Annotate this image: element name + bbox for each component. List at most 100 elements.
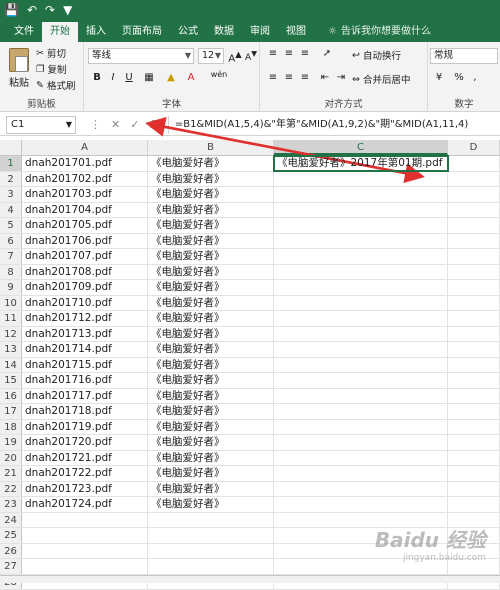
row-header[interactable]: 6 [0, 234, 22, 249]
cell-a[interactable]: dnah201709.pdf [22, 280, 148, 295]
row-header[interactable]: 11 [0, 311, 22, 326]
cell-c[interactable] [274, 296, 448, 311]
cell-b[interactable]: 《电脑爱好者》 [148, 203, 274, 218]
formula-input[interactable]: =B1&MID(A1,5,4)&"年第"&MID(A1,9,2)&"期"&MID… [168, 116, 500, 134]
decrease-indent-icon[interactable]: ⇤ [318, 72, 332, 83]
cell-c[interactable] [274, 265, 448, 280]
customize-icon[interactable]: ▼ [63, 3, 72, 17]
row-header[interactable]: 15 [0, 373, 22, 388]
cell-b[interactable] [148, 544, 274, 559]
cell-b[interactable] [148, 559, 274, 574]
cell-c[interactable] [274, 234, 448, 249]
cell-a[interactable]: dnah201710.pdf [22, 296, 148, 311]
font-size-select[interactable]: 12▼ [198, 48, 224, 64]
tab-file[interactable]: 文件 [6, 22, 42, 42]
cell-b[interactable]: 《电脑爱好者》 [148, 358, 274, 373]
cell-a[interactable]: dnah201724.pdf [22, 497, 148, 512]
tab-page-layout[interactable]: 页面布局 [114, 22, 170, 42]
cell-b[interactable]: 《电脑爱好者》 [148, 249, 274, 264]
column-header-c[interactable]: C [274, 140, 448, 155]
cell-b[interactable]: 《电脑爱好者》 [148, 342, 274, 357]
cell-a[interactable] [22, 528, 148, 543]
shrink-font-button[interactable]: A▼ [244, 49, 258, 63]
cell-b[interactable]: 《电脑爱好者》 [148, 373, 274, 388]
cell-d[interactable] [448, 389, 500, 404]
cell-c[interactable] [274, 358, 448, 373]
cell-c[interactable] [274, 482, 448, 497]
cell-d[interactable] [448, 311, 500, 326]
cell-c[interactable] [274, 203, 448, 218]
merge-center-button[interactable]: ⇔ 合并后居中 [352, 72, 410, 86]
align-right-icon[interactable]: ≡ [298, 72, 312, 83]
row-header[interactable]: 17 [0, 404, 22, 419]
cell-b[interactable]: 《电脑爱好者》 [148, 172, 274, 187]
bold-button[interactable]: B [90, 72, 104, 83]
cell-c[interactable] [274, 497, 448, 512]
cell-c[interactable] [274, 451, 448, 466]
cell-a[interactable]: dnah201723.pdf [22, 482, 148, 497]
cancel-icon[interactable]: ✕ [111, 118, 120, 131]
row-header[interactable]: 5 [0, 218, 22, 233]
fill-color-icon[interactable]: ▲ [164, 72, 178, 83]
cell-c[interactable] [274, 311, 448, 326]
cell-b[interactable]: 《电脑爱好者》 [148, 280, 274, 295]
cell-d[interactable] [448, 187, 500, 202]
cell-c[interactable] [274, 172, 448, 187]
cell-c[interactable] [274, 466, 448, 481]
cell-d[interactable] [448, 234, 500, 249]
copy-button[interactable]: ❐ 复制 [36, 62, 67, 76]
borders-icon[interactable]: ▦ [142, 72, 156, 83]
cell-a[interactable]: dnah201721.pdf [22, 451, 148, 466]
column-header-b[interactable]: B [148, 140, 274, 155]
cell-d[interactable] [448, 156, 500, 171]
row-header[interactable]: 8 [0, 265, 22, 280]
cell-a[interactable] [22, 544, 148, 559]
cell-c[interactable] [274, 218, 448, 233]
align-left-icon[interactable]: ≡ [266, 72, 280, 83]
align-top-icon[interactable]: ≡ [266, 48, 280, 59]
cell-a[interactable] [22, 559, 148, 574]
cell-b[interactable]: 《电脑爱好者》 [148, 389, 274, 404]
phonetic-button[interactable]: wén [208, 70, 230, 79]
cell-d[interactable] [448, 265, 500, 280]
cell-d[interactable] [448, 203, 500, 218]
row-header[interactable]: 20 [0, 451, 22, 466]
font-color-button[interactable]: A [184, 72, 198, 83]
tab-data[interactable]: 数据 [206, 22, 242, 42]
cell-a[interactable]: dnah201705.pdf [22, 218, 148, 233]
cell-b[interactable] [148, 513, 274, 528]
name-box[interactable]: C1 ▼ [6, 116, 76, 134]
cell-c[interactable] [274, 327, 448, 342]
row-header[interactable]: 22 [0, 482, 22, 497]
cell-b[interactable]: 《电脑爱好者》 [148, 234, 274, 249]
cell-a[interactable]: dnah201701.pdf [22, 156, 148, 171]
row-header[interactable]: 23 [0, 497, 22, 512]
underline-button[interactable]: U [122, 72, 136, 83]
cell-d[interactable] [448, 373, 500, 388]
cell-c[interactable] [274, 373, 448, 388]
tab-insert[interactable]: 插入 [78, 22, 114, 42]
cell-b[interactable]: 《电脑爱好者》 [148, 327, 274, 342]
tell-me-box[interactable]: ☼ 告诉我你想要做什么 [328, 22, 431, 42]
cell-a[interactable]: dnah201715.pdf [22, 358, 148, 373]
cell-b[interactable]: 《电脑爱好者》 [148, 420, 274, 435]
undo-icon[interactable]: ↶ [27, 3, 37, 17]
row-header[interactable]: 16 [0, 389, 22, 404]
enter-icon[interactable]: ✓ [130, 118, 139, 131]
row-header[interactable]: 3 [0, 187, 22, 202]
cell-c[interactable] [274, 280, 448, 295]
cell-a[interactable]: dnah201722.pdf [22, 466, 148, 481]
row-header[interactable]: 26 [0, 544, 22, 559]
row-header[interactable]: 21 [0, 466, 22, 481]
currency-icon[interactable]: ¥ [430, 72, 448, 83]
cut-button[interactable]: ✂ 剪切 [36, 46, 66, 60]
cell-d[interactable] [448, 280, 500, 295]
cell-b[interactable]: 《电脑爱好者》 [148, 296, 274, 311]
orientation-icon[interactable]: ➚ [320, 48, 334, 59]
row-header[interactable]: 12 [0, 327, 22, 342]
tab-review[interactable]: 审阅 [242, 22, 278, 42]
cell-d[interactable] [448, 218, 500, 233]
cell-b[interactable]: 《电脑爱好者》 [148, 404, 274, 419]
italic-button[interactable]: I [106, 72, 120, 83]
comma-button[interactable]: , [468, 72, 482, 83]
